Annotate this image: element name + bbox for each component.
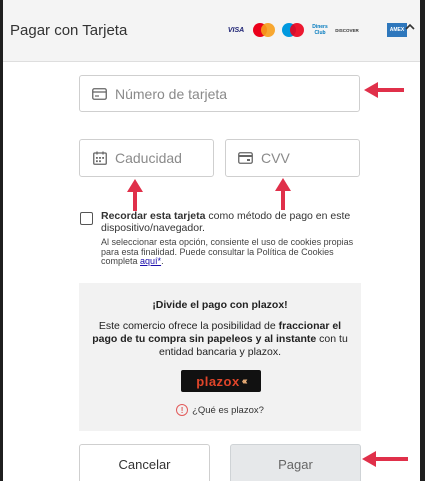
calendar-icon [92,151,107,165]
arrow-up-icon [275,178,291,210]
plazox-description: Este comercio ofrece la posibilidad de f… [91,320,349,359]
remember-card-label-bold: Recordar esta tarjeta [101,210,206,222]
payment-panel: Pagar con Tarjeta VISA Diners Club DISCO… [0,0,425,481]
plazox-title: ¡Divide el pago con plazox! [152,299,288,311]
remember-card-label[interactable]: Recordar esta tarjeta como método de pag… [101,210,363,234]
arrow-left-icon [364,82,404,98]
legal-text: Al seleccionar esta opción, consiente el… [101,237,354,266]
expiry-input[interactable] [115,150,209,166]
remember-card-checkbox[interactable] [80,212,93,225]
cancel-button[interactable]: Cancelar [79,444,210,481]
amex-icon: AMEX [387,23,407,37]
cookies-policy-link[interactable]: aquí* [140,256,161,266]
jcb-icon [364,22,382,38]
mastercard-icon [252,22,276,38]
info-icon: ! [176,404,189,416]
plazox-info-text: ¿Qué es plazox? [192,404,264,416]
arrow-left-icon [362,451,408,467]
cvv-field[interactable] [225,139,360,177]
card-back-icon [238,151,253,165]
cvv-input[interactable] [261,150,355,166]
card-number-field[interactable] [79,75,360,112]
cookies-legal-text: Al seleccionar esta opción, consiente el… [101,237,366,267]
pay-button[interactable]: Pagar [230,444,361,481]
diners-club-icon: Diners Club [312,24,328,36]
panel-title: Pagar con Tarjeta [10,22,128,39]
window-edge-right [420,0,425,481]
legal-end: . [161,256,164,266]
plazox-logo-text: plazox [196,373,240,389]
card-number-input[interactable] [115,85,311,102]
visa-icon: VISA [227,26,245,34]
caret-up-icon[interactable] [405,20,415,34]
card-logos: VISA Diners Club DISCOVER AMEX [225,20,407,40]
chevrons-left-icon: ‹‹‹ [241,375,248,387]
arrow-up-icon [127,179,143,211]
expiry-field[interactable] [79,139,214,177]
window-edge-left [0,0,3,481]
credit-card-icon [92,87,107,101]
plazox-logo[interactable]: plazox ‹‹‹ [181,370,261,392]
panel-header[interactable]: Pagar con Tarjeta VISA Diners Club DISCO… [3,0,420,62]
maestro-icon [281,22,305,38]
plazox-desc-1: Este comercio ofrece la posibilidad de [98,320,279,332]
discover-icon: DISCOVER [335,27,359,33]
plazox-info-link[interactable]: ! ¿Qué es plazox? [79,404,361,416]
plazox-promo: ¡Divide el pago con plazox! Este comerci… [79,283,361,431]
